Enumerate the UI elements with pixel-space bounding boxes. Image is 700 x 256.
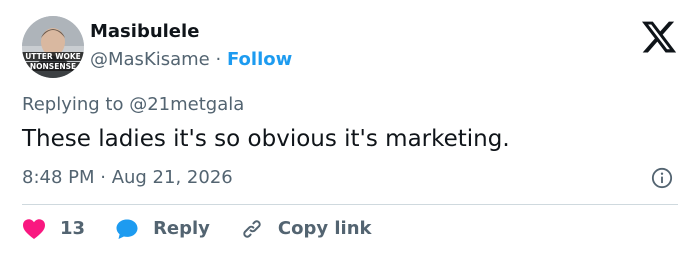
handle-separator: ·: [215, 49, 222, 70]
like-count: 13: [60, 218, 86, 239]
info-icon[interactable]: [651, 167, 673, 189]
tweet-text: These ladies it's so obvious it's market…: [22, 126, 510, 152]
link-icon: [243, 220, 261, 238]
tweet-timestamp[interactable]: 8:48 PM · Aug 21, 2026: [22, 166, 233, 190]
reply-mention[interactable]: @21metgala: [129, 94, 244, 115]
avatar[interactable]: UTTER WOKE NONSENSE: [22, 16, 84, 78]
follow-button[interactable]: Follow: [227, 49, 292, 70]
reply-button[interactable]: Reply: [115, 217, 210, 241]
author-name[interactable]: Masibulele: [90, 20, 199, 44]
copy-link-button[interactable]: Copy link: [240, 217, 372, 241]
reply-label: Reply: [153, 218, 210, 239]
author-handle[interactable]: @MasKisame: [90, 49, 210, 70]
tweet-card: UTTER WOKE NONSENSE Masibulele @MasKisam…: [0, 0, 700, 256]
reply-bubble-icon: [116, 219, 138, 239]
author-handle-line: @MasKisame · Follow: [90, 48, 292, 72]
divider: [22, 204, 678, 205]
reply-context: Replying to @21metgala: [22, 93, 244, 117]
like-button[interactable]: 13: [22, 217, 85, 241]
avatar-image: UTTER WOKE NONSENSE: [22, 16, 84, 78]
reply-prefix: Replying to: [22, 94, 130, 115]
action-bar: 13 Reply Copy link: [22, 216, 402, 242]
avatar-text-bottom: NONSENSE: [30, 62, 76, 71]
x-logo-icon[interactable]: [640, 18, 678, 56]
copy-link-label: Copy link: [277, 218, 372, 239]
heart-icon: [23, 219, 45, 239]
avatar-text-top: UTTER WOKE: [25, 52, 81, 61]
